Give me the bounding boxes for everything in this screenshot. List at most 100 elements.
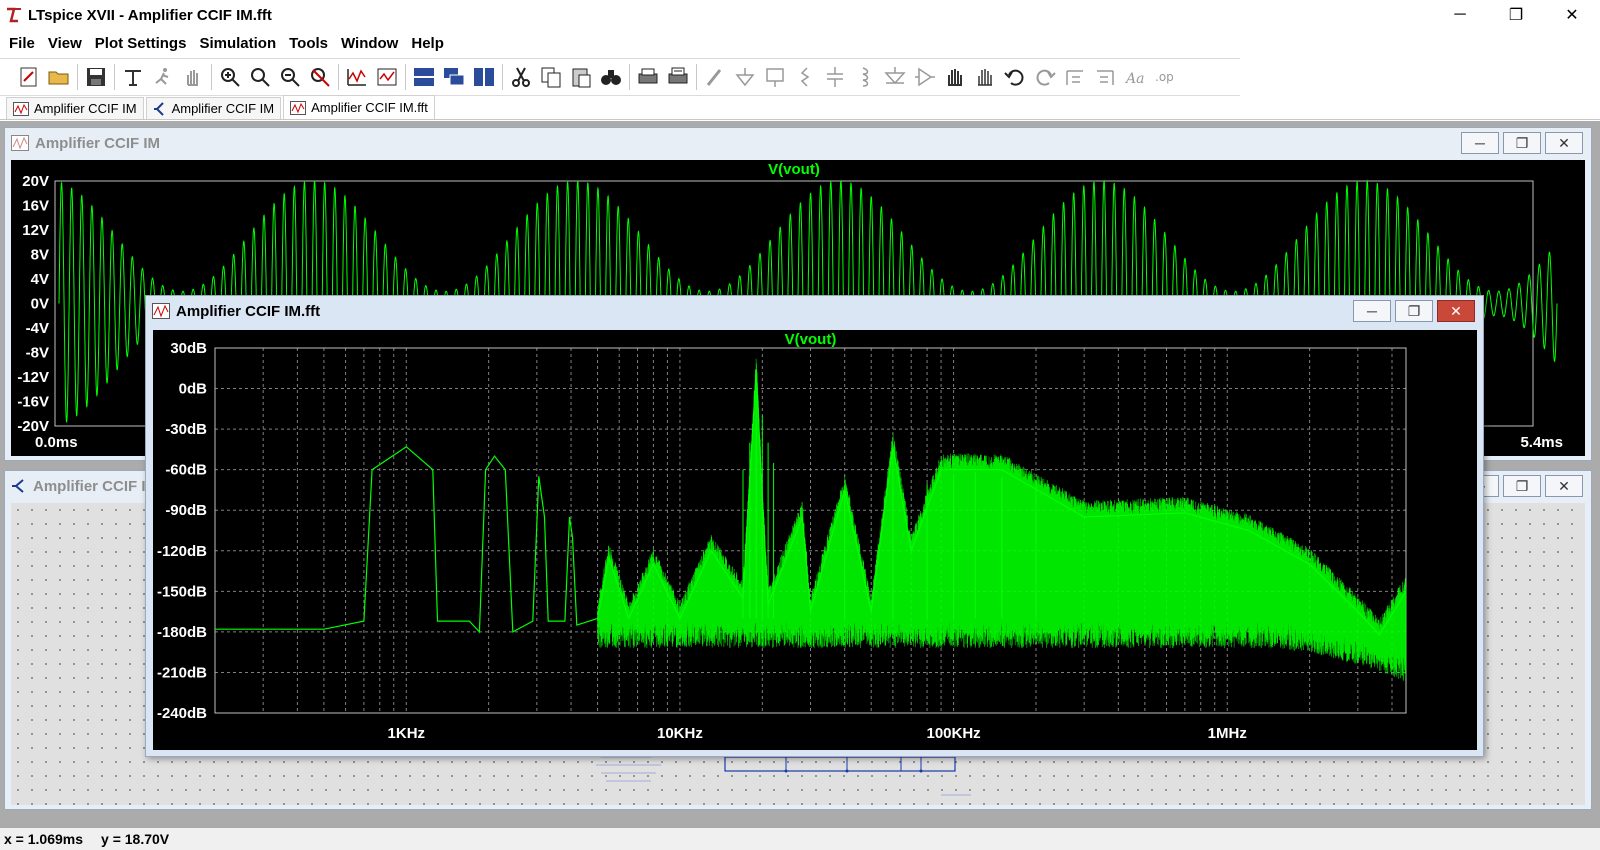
undo-icon [1004, 69, 1024, 86]
label-icon [766, 68, 784, 87]
resistor-button[interactable] [790, 63, 820, 91]
tile-horizontal-icon [414, 68, 434, 86]
document-tabs: Amplifier CCIF IM Amplifier CCIF IM Ampl… [0, 95, 1600, 120]
redo-button[interactable] [1030, 63, 1060, 91]
y-tick-label: 4V [31, 271, 49, 288]
tile-vertical-button[interactable] [469, 63, 499, 91]
save-button[interactable] [81, 63, 111, 91]
paste-button[interactable] [566, 63, 596, 91]
y-tick-label: -90dB [165, 502, 207, 519]
spice-directive-button[interactable]: .op [1150, 63, 1180, 91]
zoom-out-button[interactable] [275, 63, 305, 91]
zoom-fit-button[interactable] [245, 63, 275, 91]
diode-icon [884, 67, 906, 85]
menu-tools[interactable]: Tools [289, 35, 328, 52]
drag-button[interactable] [970, 63, 1000, 91]
print-preview-icon [668, 67, 688, 84]
ground-button[interactable] [730, 63, 760, 91]
menu-view[interactable]: View [48, 35, 82, 52]
zoom-cancel-icon [311, 68, 330, 87]
new-schematic-button[interactable] [14, 63, 44, 91]
ltspice-logo-icon [7, 7, 21, 23]
maximize-button[interactable]: ❐ [1488, 0, 1544, 30]
toolbar: Aa .op [0, 58, 1240, 96]
component-button[interactable] [910, 63, 940, 91]
fft-plot-window[interactable]: Amplifier CCIF IM.fft ─ ❐ ✕ 30dB 0dB -30dB… [145, 295, 1484, 757]
redo-icon [1036, 69, 1056, 86]
print-button[interactable] [633, 63, 663, 91]
x-tick-label: 0.0ms [35, 434, 78, 451]
spice-directive-icon: .op [1155, 70, 1174, 84]
autorange-icon [347, 69, 366, 86]
menu-file[interactable]: File [9, 35, 35, 52]
menu-plot-settings[interactable]: Plot Settings [95, 35, 187, 52]
mirror-button[interactable] [1090, 63, 1120, 91]
tab-schematic[interactable]: Amplifier CCIF IM [145, 97, 282, 119]
time-plot-titlebar[interactable]: Amplifier CCIF IM ─ ❐ ✕ [5, 128, 1591, 158]
capacitor-icon [827, 67, 843, 87]
label-button[interactable] [760, 63, 790, 91]
time-plot-maximize-button[interactable]: ❐ [1503, 132, 1541, 154]
text-icon: Aa [1124, 71, 1144, 87]
wire-icon [706, 69, 722, 86]
trace-label: V(vout) [785, 331, 837, 348]
autorange-button[interactable] [342, 63, 372, 91]
time-plot-close-button[interactable]: ✕ [1545, 132, 1583, 154]
waveform-icon [13, 101, 29, 116]
tab-waveform-1[interactable]: Amplifier CCIF IM [6, 97, 144, 119]
x-tick-label: 100KHz [926, 725, 980, 742]
cut-icon [512, 67, 530, 87]
zoom-cancel-button[interactable] [305, 63, 335, 91]
find-icon [601, 70, 621, 85]
y-tick-label: -150dB [157, 583, 207, 600]
text-button[interactable]: Aa [1120, 63, 1150, 91]
trace-label: V(vout) [768, 161, 820, 178]
wire-button[interactable] [700, 63, 730, 91]
print-preview-button[interactable] [663, 63, 693, 91]
y-tick-label: 16V [22, 198, 49, 215]
schematic-close-button[interactable]: ✕ [1545, 475, 1583, 497]
capacitor-button[interactable] [820, 63, 850, 91]
fft-plot-close-button[interactable]: ✕ [1437, 300, 1475, 322]
open-button[interactable] [44, 63, 74, 91]
y-tick-label: 0dB [179, 381, 208, 398]
time-plot-title: Amplifier CCIF IM [35, 134, 161, 152]
find-button[interactable] [596, 63, 626, 91]
mdi-workspace: Amplifier CCIF IM ─ ❐ ✕ V(vout) 20V 16V 12V… [0, 121, 1600, 828]
copy-button[interactable] [536, 63, 566, 91]
cut-button[interactable] [506, 63, 536, 91]
y-tick-label: -8V [26, 345, 49, 362]
diode-button[interactable] [880, 63, 910, 91]
menu-simulation[interactable]: Simulation [199, 35, 276, 52]
control-panel-button[interactable] [118, 63, 148, 91]
y-tick-label: -120dB [157, 543, 207, 560]
schematic-maximize-button[interactable]: ❐ [1503, 475, 1541, 497]
fft-plot-maximize-button[interactable]: ❐ [1395, 300, 1433, 322]
run-icon [155, 68, 169, 85]
y-tick-label: -12V [17, 369, 49, 386]
inductor-icon [862, 67, 869, 87]
cascade-icon [444, 68, 465, 86]
menu-help[interactable]: Help [411, 35, 444, 52]
cascade-button[interactable] [439, 63, 469, 91]
run-button[interactable] [148, 63, 178, 91]
inductor-button[interactable] [850, 63, 880, 91]
pan-button[interactable] [178, 63, 208, 91]
component-icon [915, 67, 935, 87]
menu-window[interactable]: Window [341, 35, 398, 52]
zoom-in-button[interactable] [215, 63, 245, 91]
plot-settings-button[interactable] [372, 63, 402, 91]
rotate-button[interactable] [1060, 63, 1090, 91]
minimize-button[interactable]: ─ [1432, 0, 1488, 30]
move-button[interactable] [940, 63, 970, 91]
tile-horizontal-button[interactable] [409, 63, 439, 91]
time-plot-minimize-button[interactable]: ─ [1461, 132, 1499, 154]
y-tick-label: -180dB [157, 624, 207, 641]
close-button[interactable]: ✕ [1544, 0, 1600, 30]
undo-button[interactable] [1000, 63, 1030, 91]
fft-plot-titlebar[interactable]: Amplifier CCIF IM.fft ─ ❐ ✕ [146, 296, 1483, 326]
tab-fft[interactable]: Amplifier CCIF IM.fft [283, 95, 435, 119]
fft-plot-area[interactable]: 30dB 0dB -30dB -60dB -90dB -120dB -150dB -180dB… [153, 330, 1477, 750]
fft-plot-minimize-button[interactable]: ─ [1353, 300, 1391, 322]
fft-chart[interactable]: 30dB 0dB -30dB -60dB -90dB -120dB -150dB -180dB… [153, 330, 1477, 750]
